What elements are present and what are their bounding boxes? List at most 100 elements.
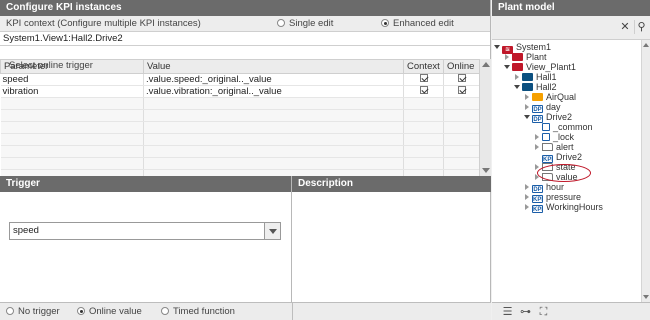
online-value-radio[interactable] [77,307,85,315]
tree-node-label: alert [556,142,574,152]
timed-function-option[interactable]: Timed function [161,306,235,317]
tree-node-label: _common [553,122,593,132]
tree-node-view-plant1[interactable]: View_Plant1 [492,62,640,72]
kpi-path: System1.View1:Hall2.Drive2 [0,32,490,46]
tree-view-icon[interactable]: ⊶ [519,306,532,318]
parameter-table-container: Parameter Value Context Online speed .va… [0,59,491,176]
scroll-down-arrow-icon[interactable] [482,168,490,173]
plant-model-toolbar: ✕ ⚲ [492,16,650,40]
single-edit-radio[interactable] [277,19,285,27]
tree-node-workinghours[interactable]: KPI WorkingHours [492,202,640,213]
expand-toggle-icon[interactable] [524,114,530,120]
tree-node-label: Plant [526,52,547,62]
dropdown-arrow-icon[interactable] [264,223,280,239]
tree-node-hall2[interactable]: Hall2 [492,82,640,92]
tree-node-label: Drive2 [546,112,573,122]
tree-node-lock[interactable]: _lock [492,132,640,142]
clear-icon[interactable]: ✕ [618,20,632,34]
single-edit-label: Single edit [289,18,334,29]
tree-node-label: System1 [516,42,552,52]
tree-node-label: day [546,102,561,112]
single-edit-option[interactable]: Single edit [277,16,333,32]
table-row[interactable]: speed .value.speed:_original.._value [0,73,480,86]
expand-toggle-icon[interactable] [534,144,540,150]
table-row[interactable]: vibration .value.vibration:_original.._v… [0,85,480,98]
context-checkbox[interactable] [419,74,428,82]
empty-row [0,157,480,170]
expand-toggle-icon[interactable] [524,184,530,190]
tree-node-system1[interactable]: ≋ System1 [492,42,640,54]
col-context[interactable]: Context [403,59,444,74]
no-trigger-label: No trigger [18,306,60,317]
tree-node-airqual[interactable]: AirQual [492,92,640,102]
plant-model-footer: ☰ ⊶ ⛶ [492,302,650,320]
tree-node-label: pressure [546,192,582,202]
scroll-down-arrow-icon[interactable] [643,295,649,299]
online-value-label: Online value [89,306,142,317]
hall-icon [522,83,533,91]
col-value[interactable]: Value [143,59,404,74]
search-icon[interactable]: ⚲ [634,20,648,34]
table-scrollbar[interactable] [479,59,491,176]
expand-toggle-icon[interactable] [524,204,530,210]
expand-toggle-icon[interactable] [514,74,520,80]
parameter-table: Parameter Value Context Online speed .va… [0,59,480,176]
timed-function-radio[interactable] [161,307,169,315]
air-quality-icon [532,93,543,101]
tree-node-label: _lock [553,132,575,142]
scroll-up-arrow-icon[interactable] [643,43,649,47]
empty-row [0,133,480,146]
tree-node-common[interactable]: _common [492,122,640,132]
no-trigger-radio[interactable] [6,307,14,315]
expand-toggle-icon[interactable] [524,104,530,110]
plant-tree: ≋ System1 Plant View_Plant1 Hall1 Hall2 A… [492,40,640,302]
col-online[interactable]: Online [443,59,480,74]
list-view-icon[interactable]: ☰ [501,306,514,318]
expand-toggle-icon[interactable] [514,84,520,90]
hierarchy-view-icon[interactable]: ⛶ [537,306,550,318]
timed-function-label: Timed function [173,306,235,317]
tree-node-drive2[interactable]: DP Drive2 [492,112,640,123]
enhanced-edit-option[interactable]: Enhanced edit [381,16,454,32]
plant-icon [512,53,523,61]
expand-toggle-icon[interactable] [534,134,540,140]
tree-node-label: Hall2 [536,82,557,92]
document-icon [542,133,550,141]
tree-node-day[interactable]: DP day [492,102,640,113]
scroll-up-arrow-icon[interactable] [482,62,490,67]
expand-toggle-icon[interactable] [524,94,530,100]
tree-node-label: AirQual [546,92,577,102]
online-value-option[interactable]: Online value [77,306,142,317]
expand-toggle-icon[interactable] [494,44,500,50]
description-section: Description [292,176,491,302]
tree-node-pressure[interactable]: KPI pressure [492,192,640,203]
tree-scrollbar[interactable] [641,40,650,302]
trigger-mode-bar: No trigger Online value Timed function [0,302,491,320]
no-trigger-option[interactable]: No trigger [6,306,60,317]
empty-row [0,121,480,134]
app-window: Configure KPI instances KPI context (Con… [0,0,650,320]
expand-toggle-icon[interactable] [524,194,530,200]
online-checkbox[interactable] [457,74,466,82]
expand-toggle-icon[interactable] [504,54,510,60]
parameter-cell[interactable]: vibration [0,85,144,98]
tree-node-alert[interactable]: alert [492,142,640,152]
value-cell[interactable]: .value.vibration:_original.._value [143,85,404,98]
expand-toggle-icon[interactable] [504,64,510,70]
tree-node-hour[interactable]: DP hour [492,182,640,193]
selection-highlight-ring [537,164,591,182]
online-checkbox[interactable] [457,86,466,94]
view-icon [512,63,523,71]
parameter-cell[interactable]: speed [0,73,144,86]
context-checkbox[interactable] [419,86,428,94]
kpi-context-bar: KPI context (Configure multiple KPI inst… [0,16,490,32]
document-icon [542,123,550,131]
tree-node-plant[interactable]: Plant [492,52,640,62]
enhanced-edit-label: Enhanced edit [393,18,454,29]
value-cell[interactable]: .value.speed:_original.._value [143,73,404,86]
enhanced-edit-radio[interactable] [381,19,389,27]
tree-node-hall1[interactable]: Hall1 [492,72,640,82]
hall-icon [522,73,533,81]
online-trigger-select[interactable]: speed [9,222,281,240]
tree-node-drive2-kpi[interactable]: KPI Drive2 [492,152,640,163]
